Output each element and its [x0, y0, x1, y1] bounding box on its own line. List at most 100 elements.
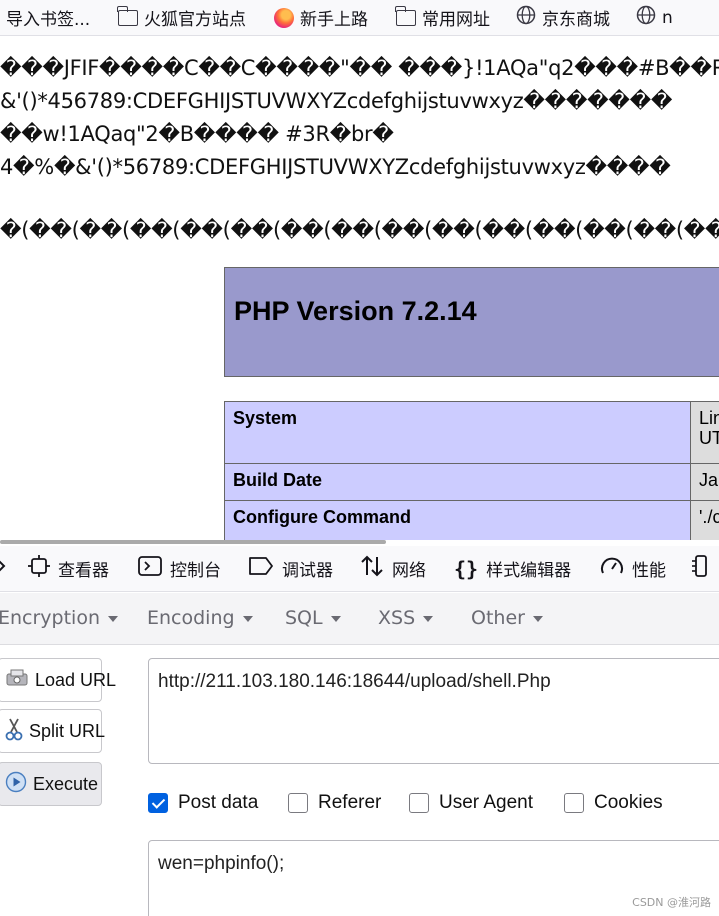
globe-icon: [516, 5, 536, 30]
split-url-button[interactable]: Split URL: [0, 709, 106, 753]
performance-icon: [600, 555, 624, 582]
hackbar-body: Load URL Split URL Execute http://211.10…: [0, 646, 719, 916]
post-data-checkbox[interactable]: Post data: [148, 792, 258, 814]
bookmark-getting-started[interactable]: 新手上路: [274, 0, 368, 35]
cookies-checkbox[interactable]: Cookies: [564, 792, 663, 814]
menu-sql[interactable]: SQL: [285, 607, 341, 629]
checkbox-icon: [409, 793, 429, 813]
tab-console[interactable]: 控制台: [138, 546, 221, 591]
globe-icon: [636, 5, 656, 30]
inspector-icon: [28, 555, 50, 582]
info-value: Lin UT: [690, 401, 719, 464]
bookmarks-toolbar: 导入书签... 火狐官方站点 新手上路 常用网址 京东商城 n: [0, 0, 719, 36]
tab-inspector[interactable]: 查看器: [28, 546, 109, 591]
scissors-icon: [5, 717, 23, 746]
bookmark-jd[interactable]: 京东商城: [516, 0, 610, 35]
debugger-icon: [248, 556, 274, 581]
button-label: Split URL: [29, 720, 106, 741]
menu-xss[interactable]: XSS: [378, 607, 434, 629]
user-agent-checkbox[interactable]: User Agent: [409, 792, 533, 814]
garbled-text-line: ��w!1AQaq"2�B���� #3R�br�: [0, 122, 394, 146]
bookmark-import[interactable]: 导入书签...: [0, 0, 91, 35]
tab-performance[interactable]: 性能: [600, 546, 666, 591]
menu-label: XSS: [378, 607, 416, 629]
checkbox-icon: [564, 793, 584, 813]
tab-label: 样式编辑器: [486, 561, 572, 581]
button-label: Load URL: [35, 669, 117, 690]
menu-label: SQL: [285, 607, 323, 629]
devtools-tabbar: 查看器 控制台 调试器 网络 {} 样式编辑器 性能: [0, 546, 719, 592]
checkbox-label: User Agent: [439, 792, 533, 813]
tab-label: 网络: [392, 561, 426, 581]
pointer-icon: [0, 556, 6, 581]
tab-label: 控制台: [170, 561, 221, 581]
info-key: Configure Command: [224, 500, 691, 541]
chevron-down-icon: [108, 615, 119, 622]
tab-label: 性能: [632, 561, 666, 581]
load-url-icon: [5, 668, 29, 693]
referer-checkbox[interactable]: Referer: [288, 792, 381, 814]
tab-label: 调试器: [282, 561, 333, 581]
hackbar-menu: Encryption Encoding SQL XSS Other: [0, 593, 719, 645]
memory-icon: [692, 554, 710, 583]
garbled-text-line: ���JFIF����C��C����"�� ���}!1AQa"q2���#B…: [0, 56, 719, 80]
menu-encryption[interactable]: Encryption: [0, 607, 119, 629]
bookmark-common-sites[interactable]: 常用网址: [395, 0, 490, 35]
phpinfo-header: PHP Version 7.2.14: [224, 267, 719, 377]
garbled-text-line: 4�%�&'()*56789:CDEFGHIJSTUVWXYZcdefghijs…: [0, 155, 671, 179]
folder-icon: [395, 5, 416, 26]
bookmark-label: 京东商城: [542, 10, 610, 30]
style-editor-icon: {}: [454, 556, 479, 581]
menu-encoding[interactable]: Encoding: [147, 607, 253, 629]
bookmark-label: n: [662, 7, 673, 28]
table-row: System Lin UT: [224, 401, 719, 464]
tab-debugger[interactable]: 调试器: [248, 546, 333, 591]
menu-label: Encoding: [147, 607, 235, 629]
menu-label: Encryption: [0, 607, 101, 629]
bookmark-label: 新手上路: [300, 10, 368, 30]
execute-button[interactable]: Execute: [0, 762, 102, 806]
checkbox-label: Referer: [318, 792, 382, 813]
info-value: Jar: [690, 463, 719, 501]
garbled-text-line: �(��(��(��(��(��(��(��(��(��(��(��(��(��…: [0, 218, 719, 242]
checkbox-checked-icon: [148, 793, 168, 813]
tab-memory[interactable]: [692, 546, 718, 591]
info-key: System: [224, 401, 691, 464]
devtools-panel: 查看器 控制台 调试器 网络 {} 样式编辑器 性能 Encryption En…: [0, 540, 719, 916]
chevron-down-icon: [423, 615, 434, 622]
chevron-down-icon: [532, 615, 543, 622]
table-row: Build Date Jar: [224, 463, 719, 501]
options-row: Post data Referer User Agent Cookies: [148, 792, 719, 822]
watermark: CSDN @淮河路: [632, 896, 711, 909]
tab-pick-element[interactable]: [0, 546, 14, 591]
table-row: Configure Command './c: [224, 500, 719, 541]
network-icon: [360, 554, 384, 583]
bookmark-label: 常用网址: [422, 10, 490, 30]
console-icon: [138, 555, 162, 582]
phpinfo-table: System Lin UT Build Date Jar Configure C…: [224, 401, 719, 541]
checkbox-label: Post data: [178, 792, 259, 813]
chevron-down-icon: [242, 615, 253, 622]
php-version-title: PHP Version 7.2.14: [234, 296, 477, 326]
checkbox-icon: [288, 793, 308, 813]
tab-label: 查看器: [58, 561, 109, 581]
bookmark-firefox-official[interactable]: 火狐官方站点: [117, 0, 246, 35]
bookmark-label: 火狐官方站点: [144, 10, 246, 30]
play-icon: [5, 771, 27, 798]
load-url-button[interactable]: Load URL: [0, 658, 116, 702]
chevron-down-icon: [330, 615, 341, 622]
bookmark-n[interactable]: n: [636, 0, 673, 35]
horizontal-scrollbar[interactable]: [0, 540, 386, 544]
tab-style-editor[interactable]: {} 样式编辑器: [454, 546, 572, 591]
menu-other[interactable]: Other: [471, 607, 543, 629]
menu-label: Other: [471, 607, 525, 629]
button-label: Execute: [33, 773, 99, 794]
checkbox-label: Cookies: [594, 792, 663, 813]
bookmark-label: 导入书签...: [6, 10, 91, 30]
folder-icon: [117, 5, 138, 26]
tab-network[interactable]: 网络: [360, 546, 426, 591]
info-key: Build Date: [224, 463, 691, 501]
firefox-icon: [274, 7, 294, 28]
info-value: './c: [690, 500, 719, 541]
url-input[interactable]: http://211.103.180.146:18644/upload/shel…: [148, 658, 719, 764]
